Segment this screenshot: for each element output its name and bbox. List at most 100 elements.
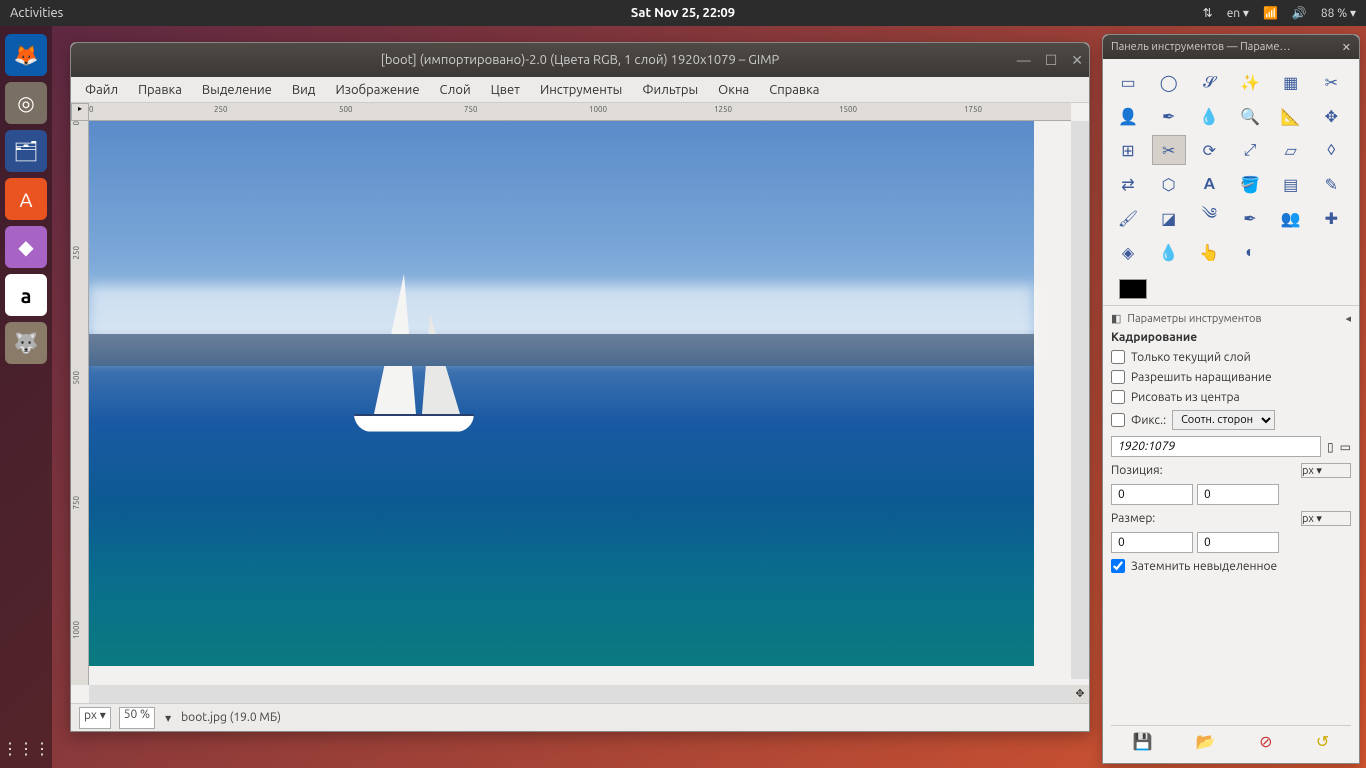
tool-color-picker[interactable]: 💧 bbox=[1192, 101, 1226, 131]
launcher-gimp[interactable]: 🐺 bbox=[5, 322, 47, 364]
delete-options-icon[interactable]: ⊘ bbox=[1259, 732, 1272, 751]
tool-ink[interactable]: ✒ bbox=[1233, 203, 1267, 233]
menu-image[interactable]: Изображение bbox=[327, 80, 427, 100]
tool-bucket-fill[interactable]: 🪣 bbox=[1233, 169, 1267, 199]
tool-paths[interactable]: ✒ bbox=[1152, 101, 1186, 131]
menu-windows[interactable]: Окна bbox=[710, 80, 757, 100]
size-w-input[interactable] bbox=[1111, 532, 1193, 553]
launcher-firefox[interactable]: 🦊 bbox=[5, 34, 47, 76]
menu-file[interactable]: Файл bbox=[77, 80, 126, 100]
size-unit[interactable]: px ▾ bbox=[1301, 511, 1351, 526]
opt-only-current-layer[interactable]: Только текущий слой bbox=[1111, 350, 1351, 364]
launcher-software[interactable]: A bbox=[5, 178, 47, 220]
pos-y-input[interactable] bbox=[1197, 484, 1279, 505]
menu-tools[interactable]: Инструменты bbox=[532, 80, 630, 100]
vertical-ruler[interactable]: 0 250 500 750 1000 bbox=[71, 121, 89, 685]
tool-heal[interactable]: ✚ bbox=[1314, 203, 1348, 233]
save-options-icon[interactable]: 💾 bbox=[1133, 732, 1153, 751]
tool-smudge[interactable]: 👆 bbox=[1192, 237, 1226, 267]
image-canvas[interactable] bbox=[89, 121, 1071, 679]
reset-options-icon[interactable]: ↺ bbox=[1316, 732, 1329, 751]
tool-shear[interactable]: ▱ bbox=[1274, 135, 1308, 165]
show-applications[interactable]: ⋮⋮⋮ bbox=[2, 739, 50, 758]
navigation-icon[interactable]: ✥ bbox=[1071, 685, 1089, 703]
menu-edit[interactable]: Правка bbox=[130, 80, 190, 100]
tool-dodge[interactable]: ◐ bbox=[1233, 237, 1267, 267]
ratio-input[interactable] bbox=[1111, 436, 1321, 457]
foreground-color-swatch[interactable] bbox=[1119, 279, 1147, 299]
fixed-mode-select[interactable]: Соотн. сторон bbox=[1172, 410, 1275, 430]
maximize-button[interactable]: ☐ bbox=[1045, 52, 1058, 69]
ruler-origin[interactable]: ▸ bbox=[71, 103, 89, 121]
tool-airbrush[interactable]: ༄ bbox=[1192, 203, 1226, 233]
menu-help[interactable]: Справка bbox=[761, 80, 827, 100]
options-menu-icon[interactable]: ◂ bbox=[1345, 312, 1351, 325]
launcher-amazon[interactable]: a bbox=[5, 274, 47, 316]
vertical-scrollbar[interactable] bbox=[1071, 121, 1089, 679]
tool-pencil[interactable]: ✎ bbox=[1314, 169, 1348, 199]
toolbox-window: Панель инструментов — Параме… ✕ ▭ ◯ 𝓢 ✨ … bbox=[1102, 34, 1360, 764]
gnome-topbar: Activities Sat Nov 25, 22:09 ⇅ en ▾ 📶 🔊 … bbox=[0, 0, 1366, 26]
tool-eraser[interactable]: ◪ bbox=[1152, 203, 1186, 233]
launcher-files[interactable]: 🗂 bbox=[5, 130, 47, 172]
tool-ellipse-select[interactable]: ◯ bbox=[1152, 67, 1186, 97]
tool-free-select[interactable]: 𝓢 bbox=[1192, 67, 1226, 97]
tool-foreground-select[interactable]: 👤 bbox=[1111, 101, 1145, 131]
opt-darken[interactable]: Затемнить невыделенное bbox=[1111, 559, 1351, 573]
activities-button[interactable]: Activities bbox=[10, 6, 63, 20]
ubuntu-dock: 🦊 ◎ 🗂 A ◆ a 🐺 ⋮⋮⋮ bbox=[0, 26, 52, 768]
tool-zoom[interactable]: 🔍 bbox=[1233, 101, 1267, 131]
wifi-indicator[interactable]: 📶 bbox=[1263, 6, 1278, 20]
position-unit[interactable]: px ▾ bbox=[1301, 463, 1351, 478]
tool-paintbrush[interactable]: 🖌 bbox=[1111, 203, 1145, 233]
pos-x-input[interactable] bbox=[1111, 484, 1193, 505]
menu-colors[interactable]: Цвет bbox=[483, 80, 528, 100]
restore-options-icon[interactable]: 📂 bbox=[1196, 732, 1216, 751]
clock[interactable]: Sat Nov 25, 22:09 bbox=[631, 6, 735, 20]
unit-selector[interactable]: px ▾ bbox=[79, 707, 111, 729]
opt-from-center[interactable]: Рисовать из центра bbox=[1111, 390, 1351, 404]
tool-flip[interactable]: ⇄ bbox=[1111, 169, 1145, 199]
tool-align[interactable]: ⊞ bbox=[1111, 135, 1145, 165]
volume-indicator[interactable]: 🔊 bbox=[1292, 6, 1307, 20]
tool-scissors[interactable]: ✂ bbox=[1314, 67, 1348, 97]
launcher-disks[interactable]: ◎ bbox=[5, 82, 47, 124]
minimize-button[interactable]: — bbox=[1017, 52, 1031, 69]
tool-scale[interactable]: ⤢ bbox=[1233, 135, 1267, 165]
tool-clone[interactable]: 👥 bbox=[1274, 203, 1308, 233]
menubar: Файл Правка Выделение Вид Изображение Сл… bbox=[71, 77, 1089, 103]
zoom-selector[interactable]: 50 % bbox=[119, 707, 155, 729]
fixed-label: Фикс.: bbox=[1131, 414, 1166, 427]
tool-perspective-clone[interactable]: ◈ bbox=[1111, 237, 1145, 267]
tool-move[interactable]: ✥ bbox=[1314, 101, 1348, 131]
position-label: Позиция: bbox=[1111, 464, 1163, 477]
ratio-portrait-icon[interactable]: ▯ bbox=[1327, 440, 1334, 454]
tool-measure[interactable]: 📐 bbox=[1274, 101, 1308, 131]
size-h-input[interactable] bbox=[1197, 532, 1279, 553]
tool-rect-select[interactable]: ▭ bbox=[1111, 67, 1145, 97]
toolbox-close-icon[interactable]: ✕ bbox=[1342, 41, 1351, 54]
menu-view[interactable]: Вид bbox=[284, 80, 324, 100]
network-indicator[interactable]: ⇅ bbox=[1203, 6, 1213, 20]
tool-blur[interactable]: 💧 bbox=[1152, 237, 1186, 267]
tool-by-color-select[interactable]: ▦ bbox=[1274, 67, 1308, 97]
horizontal-scrollbar[interactable] bbox=[89, 685, 1071, 703]
close-button[interactable]: ✕ bbox=[1071, 52, 1083, 69]
tool-text[interactable]: A bbox=[1192, 169, 1226, 199]
opt-fixed-checkbox[interactable] bbox=[1111, 413, 1125, 427]
tool-blend[interactable]: ▤ bbox=[1274, 169, 1308, 199]
opt-allow-growing[interactable]: Разрешить наращивание bbox=[1111, 370, 1351, 384]
tool-cage[interactable]: ⬡ bbox=[1152, 169, 1186, 199]
tool-fuzzy-select[interactable]: ✨ bbox=[1233, 67, 1267, 97]
horizontal-ruler[interactable]: 0 250 500 750 1000 1250 1500 1750 bbox=[89, 103, 1071, 121]
menu-layer[interactable]: Слой bbox=[432, 80, 479, 100]
menu-filters[interactable]: Фильтры bbox=[634, 80, 706, 100]
battery-indicator[interactable]: 88 % ▾ bbox=[1321, 6, 1356, 20]
tool-rotate[interactable]: ⟳ bbox=[1192, 135, 1226, 165]
tool-perspective[interactable]: ◊ bbox=[1314, 135, 1348, 165]
language-indicator[interactable]: en ▾ bbox=[1227, 6, 1249, 20]
launcher-app[interactable]: ◆ bbox=[5, 226, 47, 268]
menu-select[interactable]: Выделение bbox=[194, 80, 280, 100]
ratio-landscape-icon[interactable]: ▭ bbox=[1340, 440, 1351, 454]
tool-crop[interactable]: ✂ bbox=[1152, 135, 1186, 165]
